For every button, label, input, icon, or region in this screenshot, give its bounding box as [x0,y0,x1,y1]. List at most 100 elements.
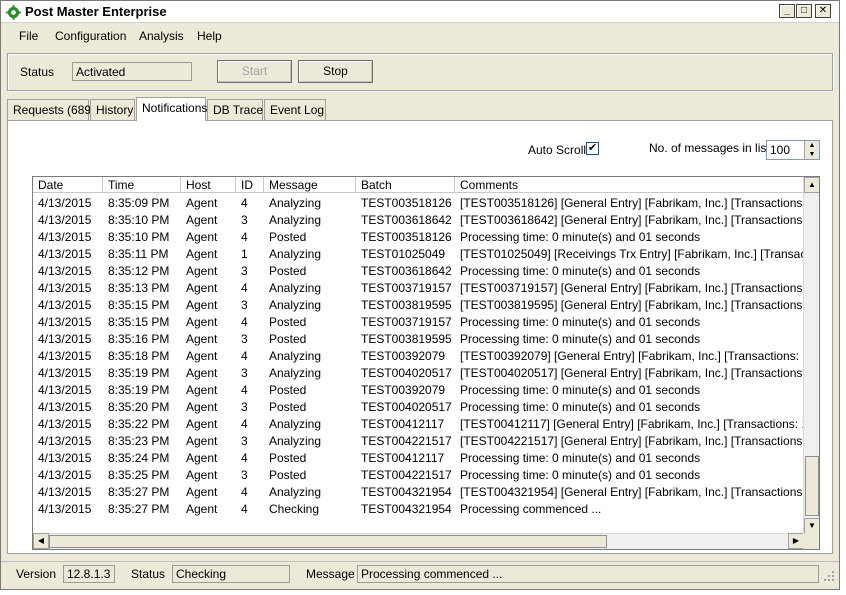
statusbar-message-field: Processing commenced ... [357,565,819,583]
table-row[interactable]: 4/13/2015 8:35:22 PM Agent 4 Analyzing TEST00… [33,415,804,432]
column-header-batch[interactable]: Batch [356,177,455,193]
cell-comments: [TEST00412117] [General Entry] [Fabrikam… [460,417,804,431]
cell-batch: TEST003719157 [361,281,452,295]
table-row[interactable]: 4/13/2015 8:35:16 PM Agent 3 Posted TEST00381… [33,330,804,347]
close-icon: ✕ [818,5,828,16]
cell-time: 8:35:10 PM [108,213,170,227]
table-row[interactable]: 4/13/2015 8:35:11 PM Agent 1 Analyzing TEST01… [33,245,804,262]
vertical-scroll-thumb[interactable] [805,456,819,516]
cell-id: 4 [241,485,248,499]
cell-batch: TEST004020517 [361,366,452,380]
table-row[interactable]: 4/13/2015 8:35:13 PM Agent 4 Analyzing TEST00… [33,279,804,296]
cell-host: Agent [186,247,218,261]
statusbar-status-field: Checking [172,565,290,583]
table-row[interactable]: 4/13/2015 8:35:15 PM Agent 4 Posted TEST00371… [33,313,804,330]
maximize-button[interactable]: □ [796,4,812,18]
menu-configuration[interactable]: Configuration [55,29,126,43]
notifications-panel: Auto Scroll ✔ No. of messages in list ▲ … [7,120,833,554]
column-header-host[interactable]: Host [181,177,236,193]
cell-date: 4/13/2015 [38,485,92,499]
table-row[interactable]: 4/13/2015 8:35:23 PM Agent 3 Analyzing TEST00… [33,432,804,449]
cell-host: Agent [186,434,218,448]
menu-help[interactable]: Help [197,29,222,43]
cell-message: Analyzing [269,298,322,312]
spin-up-button[interactable]: ▲ [804,141,819,150]
tab-history[interactable]: History [90,99,135,120]
cell-id: 4 [241,281,248,295]
table-row[interactable]: 4/13/2015 8:35:19 PM Agent 4 Posted TEST00392… [33,381,804,398]
scroll-right-button[interactable]: ▶ [788,533,804,549]
cell-id: 3 [241,400,248,414]
close-button[interactable]: ✕ [815,4,831,18]
cell-date: 4/13/2015 [38,196,92,210]
cell-batch: TEST003719157 [361,315,452,329]
minimize-button[interactable]: _ [779,4,795,18]
messages-count-input[interactable] [768,142,804,158]
cell-date: 4/13/2015 [38,468,92,482]
tab-requests[interactable]: Requests (689) [7,99,95,120]
cell-host: Agent [186,332,218,346]
cell-host: Agent [186,417,218,431]
cell-id: 4 [241,196,248,210]
cell-message: Posted [269,451,307,465]
table-row[interactable]: 4/13/2015 8:35:12 PM Agent 3 Posted TEST00361… [33,262,804,279]
column-header-message[interactable]: Message [264,177,356,193]
auto-scroll-checkbox[interactable]: ✔ [586,142,599,155]
horizontal-scrollbar[interactable]: ◀ ▶ [33,533,804,549]
cell-message: Posted [269,264,307,278]
table-row[interactable]: 4/13/2015 8:35:19 PM Agent 3 Analyzing TEST00… [33,364,804,381]
scroll-up-button[interactable]: ▲ [804,177,819,193]
cell-comments: [TEST003819595] [General Entry] [Fabrika… [460,298,804,312]
scroll-down-button[interactable]: ▼ [804,518,819,534]
table-row[interactable]: 4/13/2015 8:35:10 PM Agent 3 Analyzing TEST00… [33,211,804,228]
resize-grip-icon[interactable] [823,570,835,582]
column-header-comments[interactable]: Comments [455,177,804,193]
cell-host: Agent [186,383,218,397]
cell-id: 4 [241,451,248,465]
cell-date: 4/13/2015 [38,264,92,278]
table-row[interactable]: 4/13/2015 8:35:09 PM Agent 4 Analyzing TEST00… [33,194,804,211]
arrow-right-icon: ▶ [792,536,800,545]
table-row[interactable]: 4/13/2015 8:35:18 PM Agent 4 Analyzing TEST00… [33,347,804,364]
vertical-scrollbar[interactable]: ▲ ▼ [803,177,819,534]
notifications-list[interactable]: Date Time Host ID Message Batch Comments… [32,176,820,550]
menu-file[interactable]: File [19,29,38,43]
tab-notifications[interactable]: Notifications [136,97,207,121]
gear-icon [6,5,21,20]
list-header: Date Time Host ID Message Batch Comments [33,177,804,193]
table-row[interactable]: 4/13/2015 8:35:27 PM Agent 4 Checking TEST004… [33,500,804,517]
window-title: Post Master Enterprise [25,4,167,19]
list-rows: 4/13/2015 8:35:09 PM Agent 4 Analyzing TEST00… [33,194,804,534]
tab-event-log[interactable]: Event Log [264,99,326,120]
cell-message: Posted [269,230,307,244]
table-row[interactable]: 4/13/2015 8:35:24 PM Agent 4 Posted TEST00412… [33,449,804,466]
status-panel: Status Activated Start Stop [7,53,833,91]
horizontal-scroll-thumb[interactable] [49,535,607,548]
menu-analysis[interactable]: Analysis [139,29,184,43]
table-row[interactable]: 4/13/2015 8:35:20 PM Agent 3 Posted TEST00402… [33,398,804,415]
column-header-date[interactable]: Date [33,177,103,193]
scroll-left-button[interactable]: ◀ [33,533,49,549]
spin-down-button[interactable]: ▼ [804,150,819,159]
column-header-id[interactable]: ID [236,177,264,193]
cell-time: 8:35:12 PM [108,264,170,278]
cell-id: 3 [241,298,248,312]
cell-host: Agent [186,349,218,363]
table-row[interactable]: 4/13/2015 8:35:10 PM Agent 4 Posted TEST00351… [33,228,804,245]
table-row[interactable]: 4/13/2015 8:35:27 PM Agent 4 Analyzing TEST00… [33,483,804,500]
cell-date: 4/13/2015 [38,400,92,414]
cell-batch: TEST004020517 [361,400,452,414]
cell-id: 4 [241,417,248,431]
column-header-time[interactable]: Time [103,177,181,193]
cell-batch: TEST004321954 [361,502,452,516]
table-row[interactable]: 4/13/2015 8:35:15 PM Agent 3 Analyzing TEST00… [33,296,804,313]
start-button[interactable]: Start [217,60,292,83]
messages-count-stepper[interactable]: ▲ ▼ [766,140,820,160]
table-row[interactable]: 4/13/2015 8:35:25 PM Agent 3 Posted TEST00422… [33,466,804,483]
cell-time: 8:35:18 PM [108,349,170,363]
stop-button[interactable]: Stop [298,60,373,83]
tab-db-trace[interactable]: DB Trace [207,99,263,120]
cell-batch: TEST004221517 [361,468,452,482]
cell-time: 8:35:22 PM [108,417,170,431]
title-bar[interactable]: Post Master Enterprise _ □ ✕ [1,1,839,23]
